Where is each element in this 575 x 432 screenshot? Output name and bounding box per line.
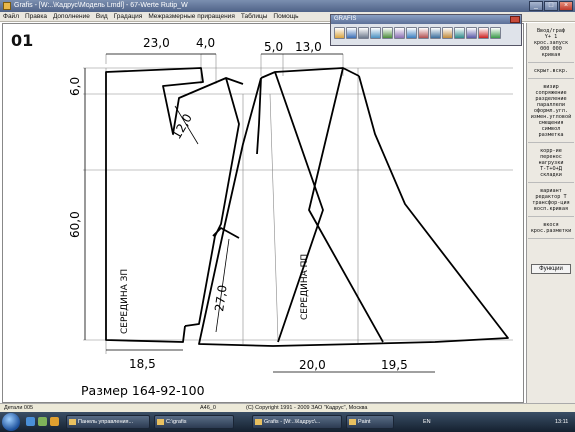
- layers-icon[interactable]: [418, 27, 429, 39]
- desktop-icon[interactable]: [38, 417, 47, 426]
- monitor-icon[interactable]: [490, 27, 501, 39]
- dim-left-b: 60,0: [68, 211, 82, 238]
- menu-addon[interactable]: Дополнение: [53, 12, 90, 21]
- open-icon[interactable]: [334, 27, 345, 39]
- dim-bottom-b: 20,0: [299, 358, 326, 372]
- function-group: вариант редактор Ттрансфор-ция восп.кривая: [528, 188, 574, 217]
- front-x-line-a: [274, 71, 324, 343]
- tools-icon[interactable]: [466, 27, 477, 39]
- menu-file[interactable]: Файл: [3, 12, 19, 21]
- menu-help[interactable]: Помощь: [273, 12, 298, 21]
- system-tray: EN 13:11: [415, 412, 575, 432]
- menu-edit[interactable]: Правка: [25, 12, 47, 21]
- stop-icon[interactable]: [478, 27, 489, 39]
- print-icon[interactable]: [358, 27, 369, 39]
- dim-bottom-a: 18,5: [129, 357, 156, 371]
- toolbar-title: GRAFIS: [334, 16, 357, 22]
- toolbar-buttons: [331, 24, 521, 42]
- folder-icon: [69, 419, 76, 425]
- browser-icon[interactable]: [26, 417, 35, 426]
- function-item[interactable]: крос.разметки: [528, 228, 574, 234]
- pocket-detail: [212, 227, 240, 239]
- back-center-label: СЕРЕДИНА ЗП: [120, 269, 130, 334]
- front-center-label: СЕРЕДИНА ПП: [300, 254, 310, 320]
- dim-top-c: 5,0: [264, 40, 283, 54]
- figure-number: 01: [11, 31, 33, 50]
- taskbar: Панель управления... C:\grafis Grafis - …: [0, 412, 575, 432]
- dim-pocket: 27,0: [212, 284, 230, 312]
- front-panel-outline: [198, 75, 509, 347]
- front-x-line-b: [308, 67, 384, 343]
- dim-left-a: 6,0: [68, 77, 82, 96]
- toolbar-title-bar[interactable]: GRAFIS: [331, 15, 521, 24]
- function-item[interactable]: скрыт.вскр.: [528, 68, 574, 74]
- folder-icon[interactable]: [50, 417, 59, 426]
- menu-increments[interactable]: Межразмерные приращения: [148, 12, 235, 21]
- settings-icon[interactable]: [406, 27, 417, 39]
- dim-dart: 12,0: [169, 111, 194, 141]
- function-group: корр-ие перенос нагрузки Т-Т+О+Д складки: [528, 148, 574, 183]
- zoom-icon[interactable]: [370, 27, 381, 39]
- menu-view[interactable]: Вид: [96, 12, 108, 21]
- window-title-bar: Grafis - [W:..\Кадрус\Модель Lmdl] - 67-…: [0, 0, 575, 12]
- dim-top-b: 4,0: [196, 36, 215, 50]
- paint-icon: [349, 419, 356, 425]
- dim-bottom-c: 19,5: [381, 358, 408, 372]
- color-icon[interactable]: [442, 27, 453, 39]
- pattern-drawing: 01 23,0 4,0 5,0 13,0 6,0 60,0 12,0 27,0 …: [11, 31, 513, 398]
- function-item[interactable]: кривая: [528, 52, 574, 58]
- export-icon[interactable]: [454, 27, 465, 39]
- language-indicator[interactable]: EN: [423, 412, 431, 432]
- grafis-toolbar: GRAFIS: [330, 14, 522, 46]
- dim-top-d: 13,0: [295, 40, 322, 54]
- window-title: Grafis - [W:..\Кадрус\Модель Lmdl] - 67-…: [14, 2, 188, 9]
- dim-top-a: 23,0: [143, 36, 170, 50]
- function-group: Ввод/граф Y+ 1 крос.запуск 000 000 кривая: [528, 28, 574, 63]
- save-icon[interactable]: [346, 27, 357, 39]
- function-group: вкося крос.разметки: [528, 222, 574, 239]
- menu-grading[interactable]: Градация: [114, 12, 143, 21]
- function-panel: Ввод/граф Y+ 1 крос.запуск 000 000 кривая скр…: [526, 23, 575, 403]
- task-grafis-folder[interactable]: C:\grafis: [154, 415, 234, 429]
- toolbar-close-button[interactable]: [510, 16, 520, 23]
- task-control-panel[interactable]: Панель управления...: [66, 415, 150, 429]
- minimize-button[interactable]: _: [529, 1, 543, 11]
- function-group: визир сопряжение разделение параллели оформл…: [528, 84, 574, 143]
- start-button[interactable]: [2, 413, 20, 431]
- maximize-button[interactable]: □: [544, 1, 558, 11]
- window-controls: _ □ ×: [529, 1, 573, 11]
- grid-icon[interactable]: [394, 27, 405, 39]
- function-item[interactable]: восп.кривая: [528, 206, 574, 212]
- menu-tables[interactable]: Таблицы: [241, 12, 268, 21]
- size-label: Размер 164-92-100: [81, 383, 205, 398]
- guide-line: [269, 93, 279, 341]
- close-button[interactable]: ×: [559, 1, 573, 11]
- back-waist-seam: [225, 77, 244, 85]
- task-grafis-app[interactable]: Grafis - [W:..\Кадрус\...: [252, 415, 342, 429]
- module-icon[interactable]: [430, 27, 441, 39]
- function-item[interactable]: разметка: [528, 132, 574, 138]
- grafis-icon: [255, 419, 262, 425]
- measure-icon[interactable]: [382, 27, 393, 39]
- task-paint[interactable]: Paint: [346, 415, 394, 429]
- folder-icon: [157, 419, 164, 425]
- app-icon: [3, 2, 11, 10]
- functions-button[interactable]: Функции: [531, 264, 571, 274]
- function-group: скрыт.вскр.: [528, 68, 574, 79]
- clock: 13:11: [555, 419, 569, 425]
- function-item[interactable]: складки: [528, 172, 574, 178]
- drawing-canvas[interactable]: 01 23,0 4,0 5,0 13,0 6,0 60,0 12,0 27,0 …: [2, 23, 524, 403]
